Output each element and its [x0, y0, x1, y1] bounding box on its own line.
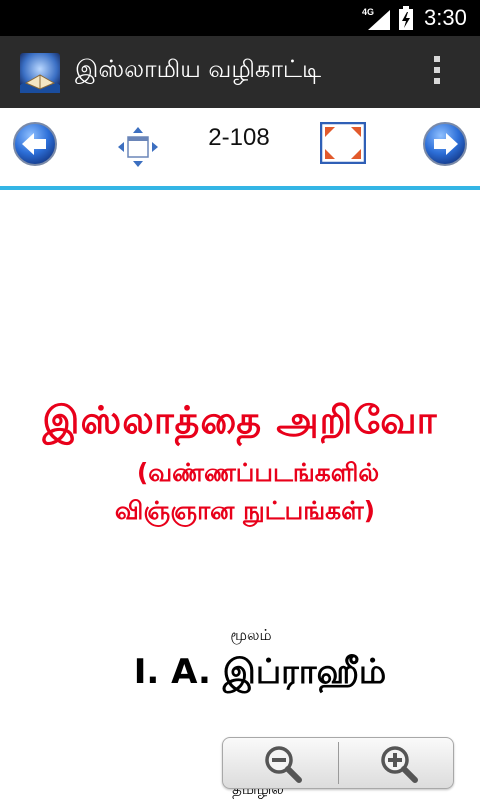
battery-charging-icon — [399, 6, 413, 30]
overflow-menu-icon[interactable] — [428, 56, 446, 90]
app-icon[interactable] — [20, 53, 60, 93]
book-title: இஸ்லாத்தை அறிவோ — [42, 398, 438, 442]
clock: 3:30 — [424, 5, 467, 30]
page-indicator: 2-108 — [208, 124, 270, 151]
zoom-in-icon — [381, 746, 418, 783]
reader-toolbar: 2-108 — [0, 108, 480, 186]
zoom-out-icon — [265, 746, 302, 783]
source-label: மூலம் — [230, 626, 272, 644]
signal-icon — [368, 10, 390, 30]
status-bar: 4G 3:30 — [0, 0, 480, 36]
move-icon[interactable] — [116, 125, 160, 169]
arrow-left-icon[interactable] — [12, 121, 58, 167]
book-page[interactable]: இஸ்லாத்தை அறிவோ (வண்ணப்படங்களில் விஞ்ஞான… — [0, 190, 480, 800]
zoom-control — [222, 737, 454, 789]
book-subtitle-line1: (வண்ணப்படங்களில் — [136, 458, 380, 487]
app-title: இஸ்லாமிய வழிகாட்டி — [75, 55, 322, 83]
action-bar: இஸ்லாமிய வழிகாட்டி — [0, 36, 480, 108]
author-name: I. A. இப்ராஹீம் — [133, 652, 387, 692]
zoom-in-button[interactable] — [339, 738, 454, 788]
book-subtitle-line2: விஞ்ஞான நுட்பங்கள்) — [114, 496, 376, 525]
zoom-out-button[interactable] — [223, 738, 338, 788]
fullscreen-icon[interactable] — [320, 122, 366, 164]
arrow-right-icon[interactable] — [422, 121, 468, 167]
